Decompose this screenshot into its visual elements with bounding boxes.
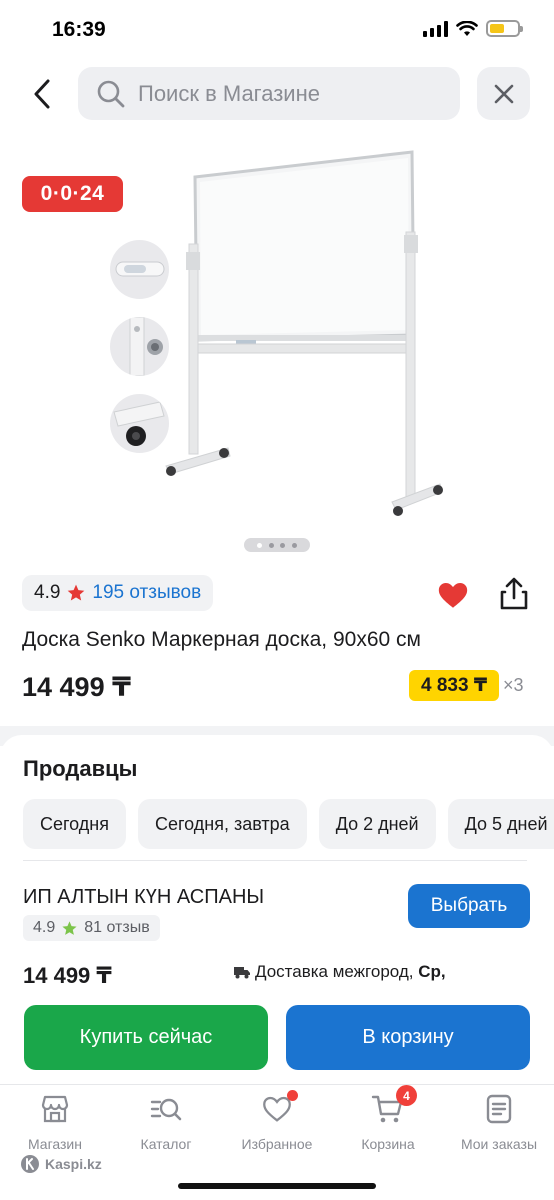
seller-name[interactable]: ИП АЛТЫН КҮН АСПАНЫ <box>23 886 264 909</box>
tab-label: Мои заказы <box>460 1136 538 1152</box>
seller-rating-value: 4.9 <box>33 919 56 936</box>
status-icons <box>423 20 523 37</box>
tab-label: Каталог <box>140 1136 192 1152</box>
kaspi-logo-icon <box>21 1155 39 1173</box>
back-button[interactable] <box>22 72 62 116</box>
tab-label: Корзина <box>361 1136 415 1152</box>
favorite-button[interactable] <box>436 578 470 612</box>
battery-icon <box>486 20 523 37</box>
rating-pill[interactable]: 4.9 195 отзывов <box>22 575 214 611</box>
choose-seller-button[interactable]: Выбрать <box>408 884 530 928</box>
orders-icon <box>482 1092 516 1126</box>
search-icon <box>97 80 125 107</box>
installment-months: ×3 <box>503 675 524 695</box>
chip-delivery-today-tomorrow[interactable]: Сегодня, завтра <box>138 799 307 849</box>
tab-label: Избранное <box>241 1136 313 1152</box>
cellular-signal-icon <box>423 20 448 37</box>
gallery-thumbnail[interactable] <box>110 394 169 453</box>
catalog-search-icon <box>149 1092 183 1126</box>
tab-store[interactable]: Магазин <box>0 1092 110 1152</box>
share-icon <box>500 577 528 610</box>
gallery-pagination <box>244 538 310 552</box>
tab-label: Магазин <box>27 1136 82 1152</box>
timer-badge: 0·0·24 <box>22 176 123 212</box>
tab-orders[interactable]: Мои заказы <box>444 1092 554 1152</box>
cart-count-badge: 4 <box>396 1085 417 1106</box>
delivery-info: Доставка межгород, Ср, <box>234 962 446 982</box>
chip-delivery-2-days[interactable]: До 2 дней <box>318 799 436 849</box>
rating-value: 4.9 <box>34 582 61 603</box>
chip-delivery-5-days[interactable]: До 5 дней <box>447 799 554 849</box>
home-indicator[interactable] <box>178 1183 376 1189</box>
delivery-filter-chips: Сегодня Сегодня, завтра До 2 дней До 5 д… <box>23 799 554 849</box>
tab-cart[interactable]: 4 Корзина <box>333 1085 443 1152</box>
product-title: Доска Senko Маркерная доска, 90x60 см <box>22 628 421 651</box>
status-bar: 16:39 <box>0 0 554 60</box>
store-icon <box>38 1092 72 1126</box>
chevron-left-icon <box>34 79 50 109</box>
watermark-text: Kaspi.kz <box>45 1156 102 1172</box>
reviews-link[interactable]: 195 отзывов <box>92 582 201 604</box>
gallery-thumbnail[interactable] <box>110 317 169 376</box>
add-to-cart-button[interactable]: В корзину <box>286 1005 530 1070</box>
seller-reviews: 81 отзыв <box>84 919 150 936</box>
clear-search-button[interactable] <box>477 67 530 120</box>
heart-filled-icon <box>438 582 468 608</box>
seller-rating: 4.9 81 отзыв <box>23 915 160 941</box>
search-placeholder: Поиск в Магазине <box>138 80 320 106</box>
wifi-icon <box>456 20 478 36</box>
bolt-thumbnail-image <box>129 317 163 376</box>
truck-icon <box>234 966 250 978</box>
delivery-text: Доставка межгород, <box>255 962 419 981</box>
star-icon <box>68 584 85 601</box>
delivery-day: Ср, <box>418 962 446 981</box>
wheel-thumbnail-image <box>113 401 165 446</box>
sellers-title: Продавцы <box>23 756 138 781</box>
search-input[interactable]: Поиск в Магазине <box>78 67 460 120</box>
notification-dot <box>287 1090 298 1101</box>
heart-icon <box>260 1090 298 1126</box>
chip-delivery-today[interactable]: Сегодня <box>23 799 126 849</box>
divider <box>23 860 527 861</box>
tab-favorites[interactable]: Избранное <box>222 1090 332 1152</box>
star-icon <box>62 920 77 935</box>
kaspi-watermark: Kaspi.kz <box>20 1154 102 1174</box>
buy-now-button[interactable]: Купить сейчас <box>24 1005 268 1070</box>
installment-amount: 4 833 ₸ <box>409 670 500 701</box>
marker-tray-thumbnail-image <box>115 261 165 277</box>
status-time: 16:39 <box>52 18 106 41</box>
share-button[interactable] <box>496 576 532 612</box>
product-price: 14 499 ₸ <box>22 672 131 702</box>
close-icon <box>494 84 513 103</box>
installment-info[interactable]: 4 833 ₸ ×3 <box>409 670 524 701</box>
tab-catalog[interactable]: Каталог <box>111 1092 221 1152</box>
cart-icon: 4 <box>371 1085 417 1126</box>
gallery-thumbnail[interactable] <box>110 240 169 299</box>
seller-price: 14 499 ₸ <box>23 963 112 988</box>
